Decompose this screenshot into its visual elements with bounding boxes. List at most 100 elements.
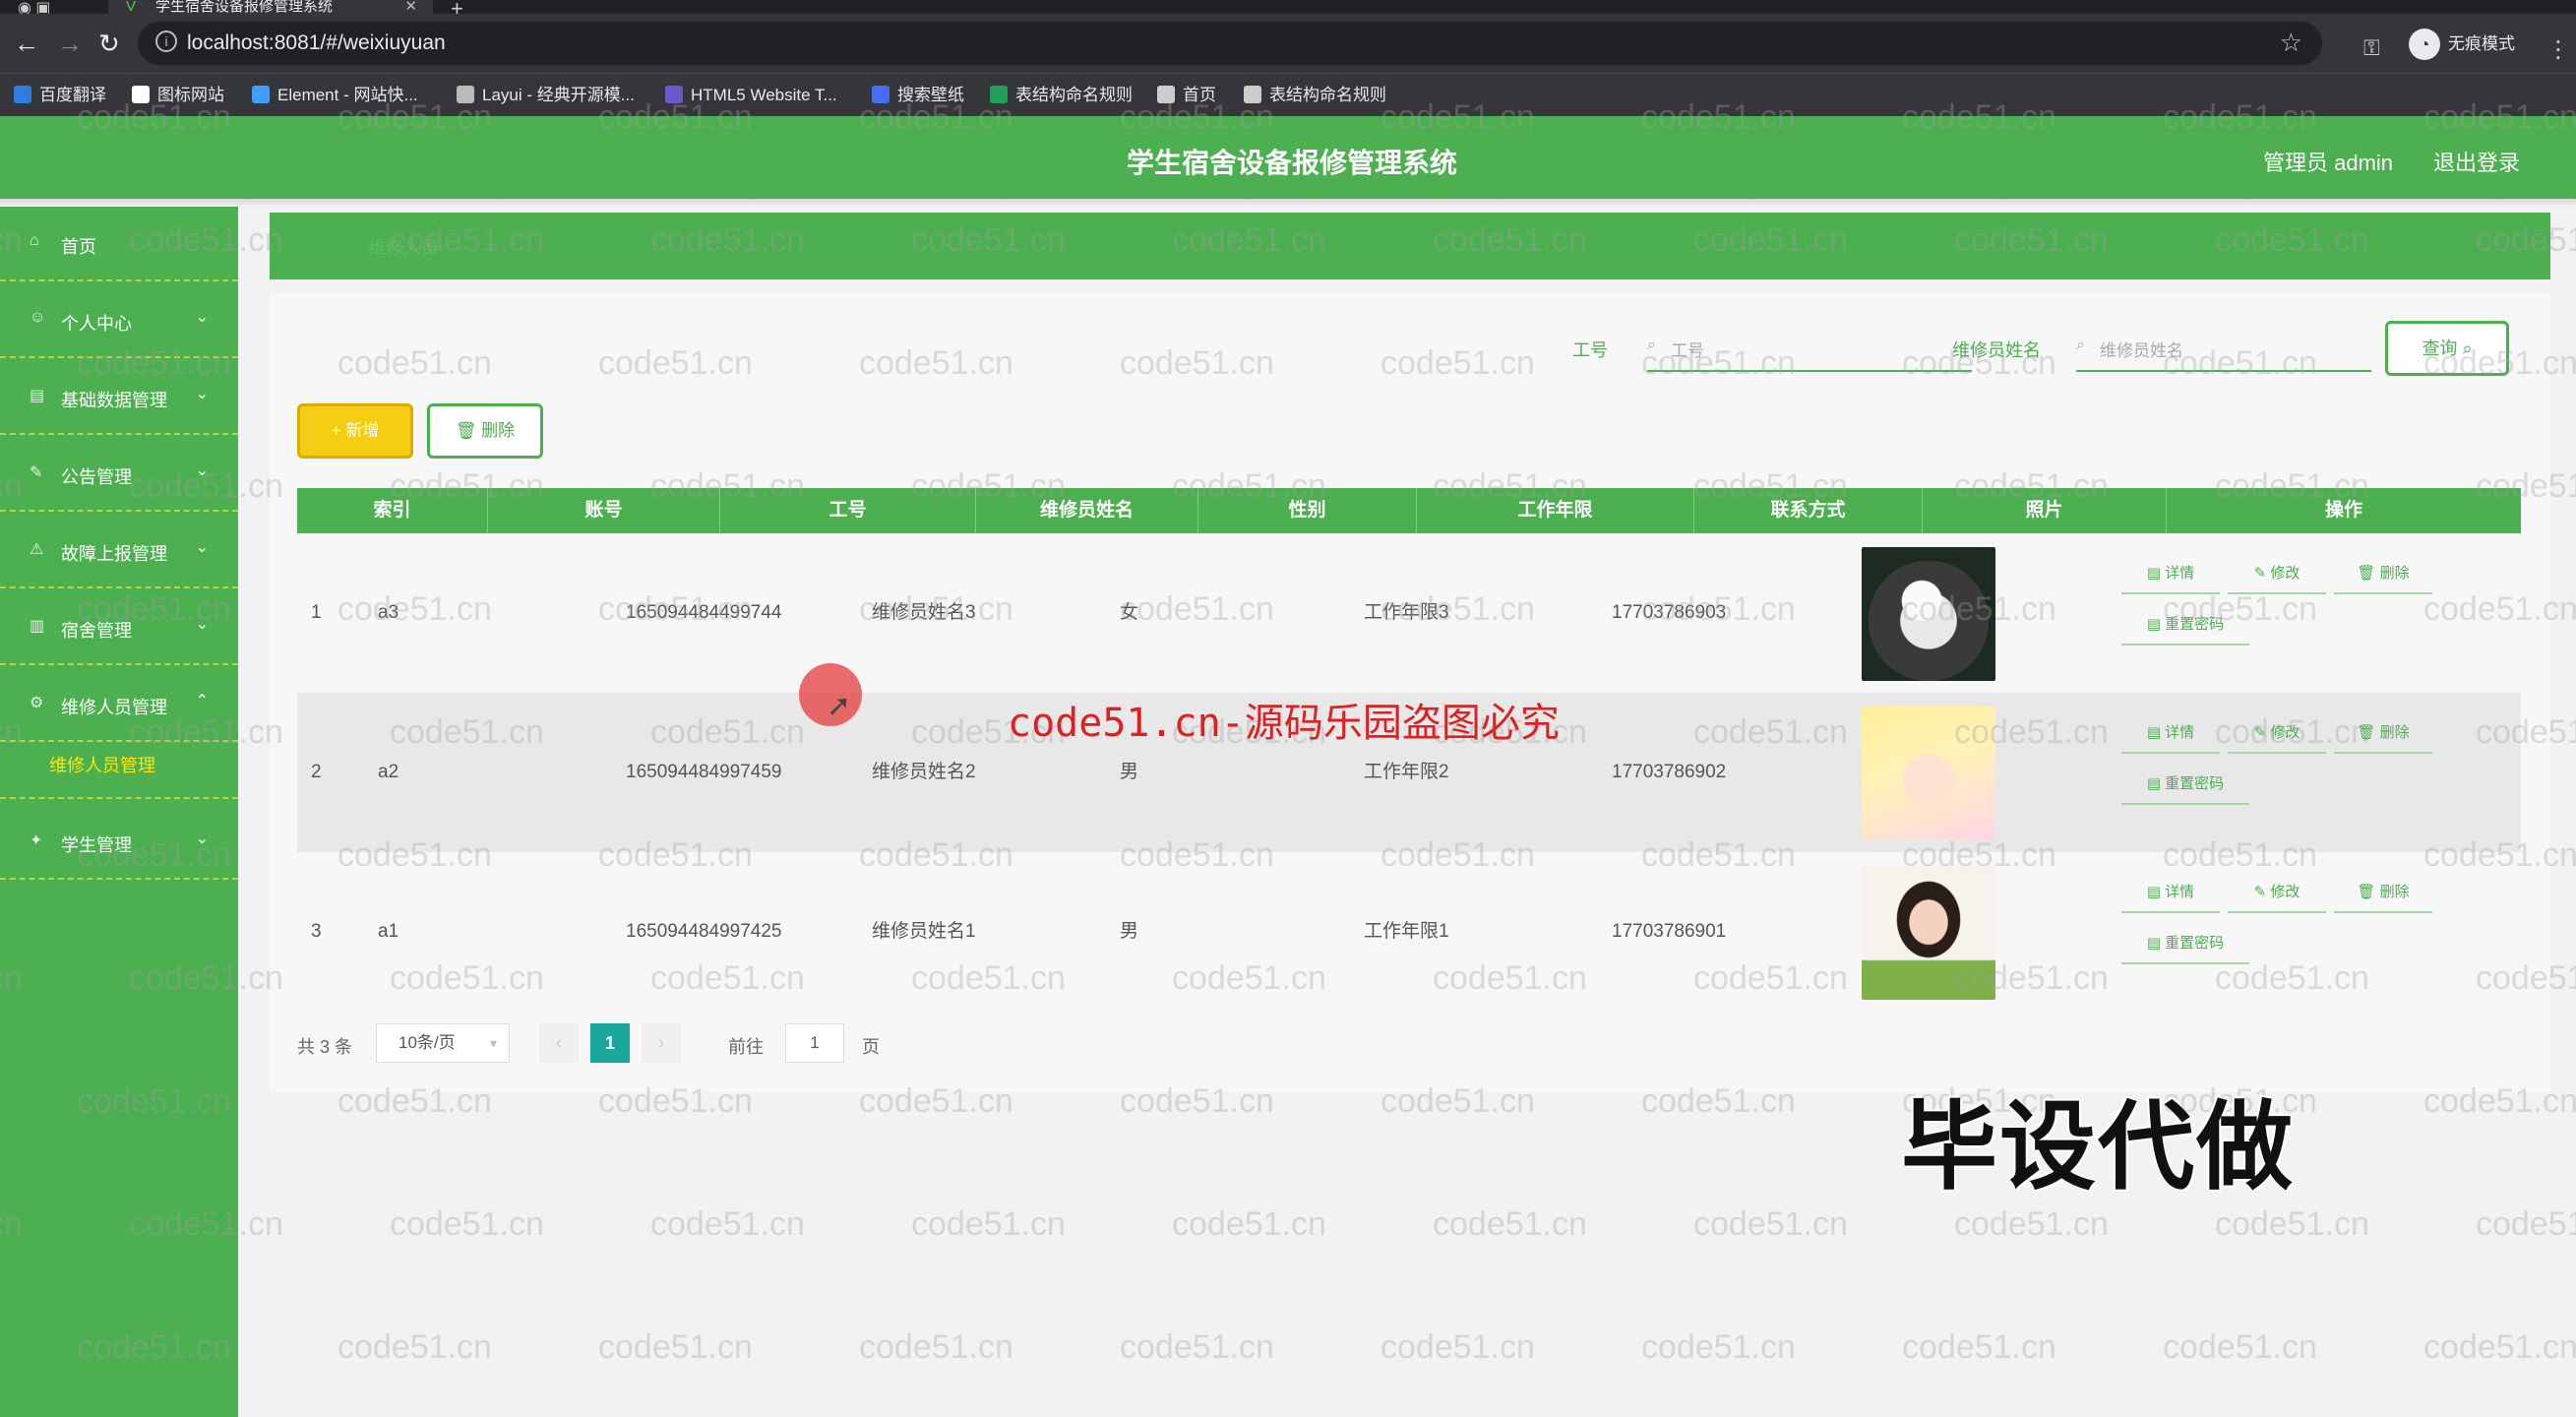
bookmark-item[interactable]: 图标网站 [132, 84, 224, 107]
bookmark-favicon-icon [872, 86, 889, 103]
action-label: 删除 [2379, 884, 2410, 900]
sidebar-item-label: 学生管理 [61, 835, 132, 855]
chevron-down-icon: ⌄ [195, 616, 209, 633]
row-actions: ▤ 详情 ✎ 修改 🗑 删除 ▤ 重置密码 [2108, 852, 2521, 1012]
watermark-text: code51.cn [1120, 1328, 1274, 1366]
search-input-name[interactable]: ⌕ 维修员姓名 [2076, 323, 2371, 372]
view-detail-button[interactable]: ▤ 详情 [2121, 714, 2220, 754]
chevron-down-icon: ⌄ [195, 386, 209, 402]
reset-password-button[interactable]: ▤ 重置密码 [2121, 606, 2249, 646]
watermark-text: code51.cn [1172, 1205, 1326, 1243]
bookmark-item[interactable]: 搜索壁纸 [872, 84, 964, 107]
table-header: 索引 账号 工号 维修员姓名 性别 工作年限 联系方式 照片 操作 [297, 488, 2521, 533]
search-input-job-no[interactable]: ⌕ 工号 [1647, 323, 1972, 372]
bookmark-label: 百度翻译 [39, 86, 106, 104]
edit-button[interactable]: ✎ 修改 [2228, 555, 2326, 594]
bookmark-favicon-icon [14, 86, 31, 103]
prev-page-button[interactable]: ‹ [539, 1023, 579, 1063]
current-user: 管理员 admin [2263, 151, 2394, 175]
action-icon: ✎ [2253, 884, 2271, 900]
edit-button[interactable]: ✎ 修改 [2228, 874, 2326, 913]
view-detail-button[interactable]: ▤ 详情 [2121, 874, 2220, 913]
app-title: 学生宿舍设备报修管理系统 [1127, 148, 1458, 178]
batch-delete-button[interactable]: 🗑 删除 [427, 403, 543, 459]
avatar-photo [1862, 866, 1995, 1000]
key-icon[interactable]: ⚿ [2363, 35, 2380, 61]
next-page-button[interactable]: › [642, 1023, 681, 1063]
forward-icon[interactable]: → [57, 29, 83, 58]
sidebar-item[interactable]: ⚙ 维修人员管理 ⌃ [0, 667, 238, 742]
cell-phone: 17703786902 [1612, 762, 1727, 782]
back-icon[interactable]: ← [14, 29, 39, 58]
reset-password-button[interactable]: ▤ 重置密码 [2121, 766, 2249, 805]
browser-tab[interactable]: V 学生宿舍设备报修管理系统 ✕ [108, 0, 433, 14]
pagination: 共 3 条 10条/页 ▾ ‹ 1 › 前往 1 页 [297, 1023, 986, 1065]
search-placeholder: 工号 [1671, 341, 1704, 360]
sidebar-item[interactable]: ▥ 宿舍管理 ⌄ [0, 590, 238, 665]
add-button[interactable]: + 新增 [297, 403, 413, 459]
close-icon[interactable]: ✕ [404, 0, 417, 14]
star-icon[interactable]: ☆ [2280, 28, 2302, 58]
incognito-icon: ◔ [2409, 29, 2440, 60]
action-icon: 🗑 [2357, 884, 2380, 900]
sidebar-subitem-label: 维修人员管理 [49, 756, 155, 775]
sidebar-item[interactable]: ✦ 学生管理 ⌄ [0, 805, 238, 880]
sidebar-item[interactable]: ⌂ 首页 [0, 207, 238, 281]
bookmark-item[interactable]: HTML5 Website T... [665, 84, 837, 107]
sidebar-item[interactable]: ⚠ 故障上报管理 ⌄ [0, 514, 238, 588]
action-icon: ▤ [2146, 616, 2166, 633]
sidebar-item-icon: ▥ [30, 618, 45, 635]
info-icon[interactable]: i [155, 31, 177, 52]
incognito-badge[interactable]: ◔ 无痕模式 [2409, 28, 2515, 61]
view-detail-button[interactable]: ▤ 详情 [2121, 555, 2220, 594]
column-header: 维修员姓名 [976, 488, 1198, 533]
sidebar-item[interactable]: ☺ 个人中心 ⌄ [0, 283, 238, 358]
column-header: 索引 [297, 488, 488, 533]
current-page[interactable]: 1 [590, 1023, 630, 1063]
chevron-down-icon: ⌄ [195, 831, 209, 847]
search-label-name: 维修员姓名 [1952, 340, 2041, 360]
action-icon: 🗑 [2357, 724, 2380, 741]
watermark-text: code51.cn [1433, 1205, 1587, 1243]
page-size-select[interactable]: 10条/页 ▾ [376, 1023, 510, 1063]
watermark-text: code51.cn [390, 1205, 544, 1243]
watermark-text: code51.cn [1380, 1328, 1535, 1366]
goto-page-input[interactable]: 1 [785, 1023, 844, 1063]
bookmark-item[interactable]: 表结构命名规则 [1244, 84, 1386, 107]
bookmark-item[interactable]: Element - 网站快... [252, 84, 418, 107]
reload-icon[interactable]: ↻ [98, 29, 120, 58]
delete-button[interactable]: 🗑 删除 [2334, 555, 2432, 594]
bookmark-item[interactable]: 表结构命名规则 [990, 84, 1133, 107]
edit-button[interactable]: ✎ 修改 [2228, 714, 2326, 754]
app-header: 学生宿舍设备报修管理系统 管理员 admin 退出登录 [0, 116, 2576, 199]
menu-icon[interactable]: ⋮ [2546, 35, 2570, 64]
chevron-down-icon: ⌄ [195, 539, 209, 556]
sidebar-item[interactable]: ✎ 公告管理 ⌄ [0, 437, 238, 512]
watermark-text: code51.cn [2215, 1205, 2369, 1243]
breadcrumb-text: 维修人员 [368, 238, 439, 258]
action-label: 修改 [2270, 724, 2300, 741]
sidebar-item-icon: ▤ [30, 388, 45, 404]
cell-account: a1 [378, 921, 399, 942]
action-label: 详情 [2165, 884, 2195, 900]
sidebar-item-label: 维修人员管理 [61, 698, 167, 717]
bookmark-item[interactable]: 百度翻译 [14, 84, 106, 107]
reset-password-button[interactable]: ▤ 重置密码 [2121, 925, 2249, 964]
cell-index: 1 [311, 602, 322, 623]
logout-link[interactable]: 退出登录 [2433, 146, 2520, 177]
column-header: 工作年限 [1417, 488, 1694, 533]
column-header: 联系方式 [1694, 488, 1923, 533]
url-input[interactable]: i localhost:8081/#/weixiuyuan ☆ [138, 22, 2322, 65]
bookmark-favicon-icon [665, 86, 683, 103]
cell-job-no: 165094484997425 [626, 921, 782, 942]
action-label: 详情 [2165, 565, 2195, 582]
sidebar-item-label: 公告管理 [61, 467, 132, 487]
query-button[interactable]: 查询 ⌕ [2385, 321, 2509, 376]
bookmark-item[interactable]: 首页 [1157, 84, 1216, 107]
action-label: 修改 [2270, 884, 2300, 900]
delete-button[interactable]: 🗑 删除 [2334, 714, 2432, 754]
bookmark-item[interactable]: Layui - 经典开源模... [457, 84, 635, 107]
watermark-text: code51.cn [1954, 1205, 2109, 1243]
sidebar-item[interactable]: ▤ 基础数据管理 ⌄ [0, 360, 238, 435]
delete-button[interactable]: 🗑 删除 [2334, 874, 2432, 913]
